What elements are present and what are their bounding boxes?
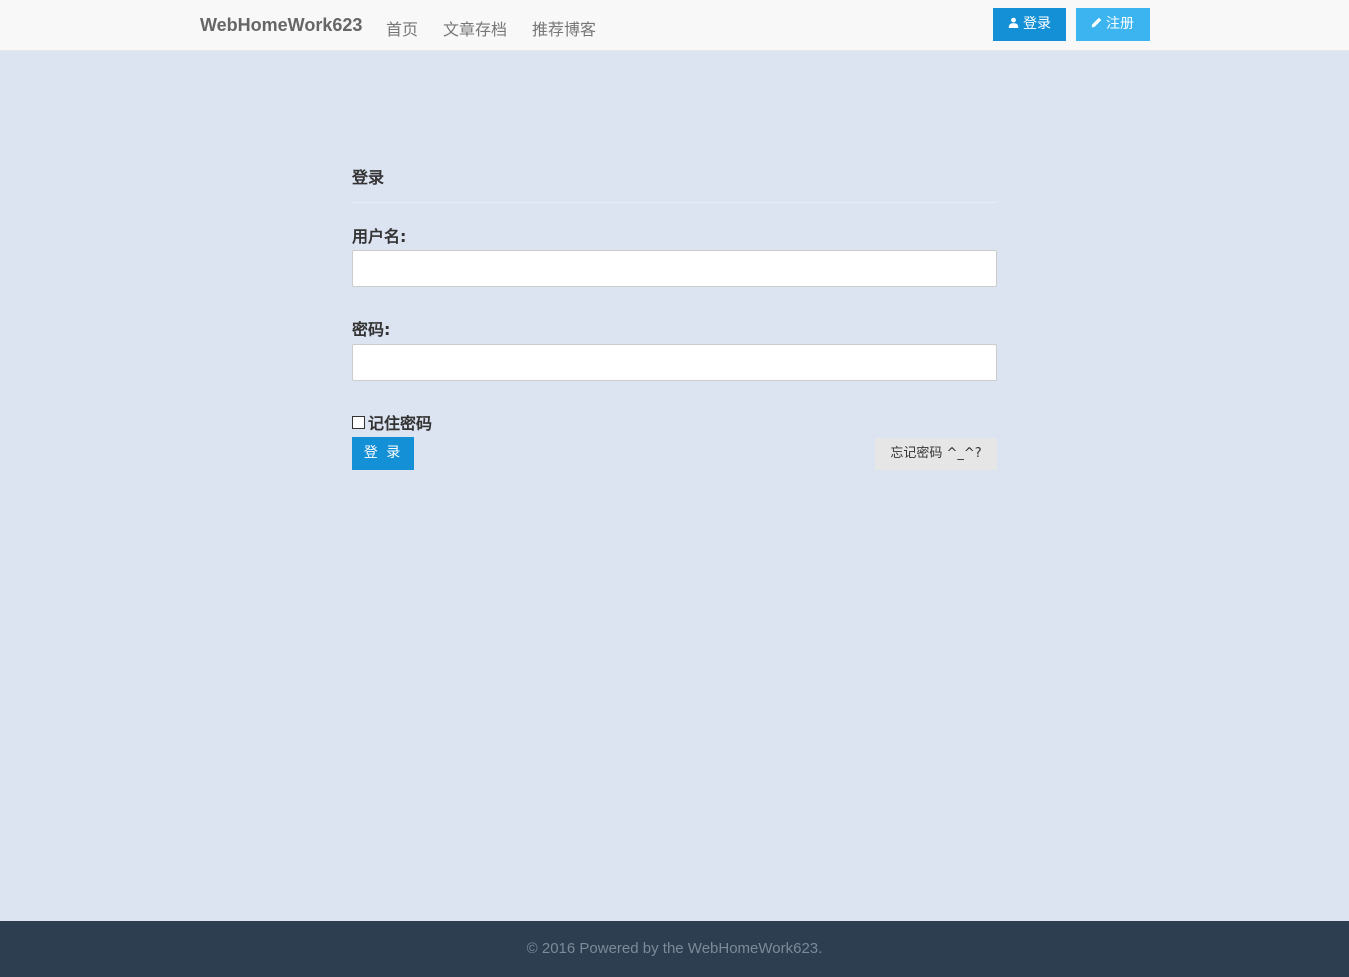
forgot-password-button[interactable]: 忘记密码 ^_^? [875, 438, 997, 470]
password-input[interactable] [352, 344, 997, 381]
login-submit-button[interactable]: 登 录 [352, 437, 414, 470]
nav-link-archive[interactable]: 文章存档 [443, 16, 507, 40]
brand-logo[interactable]: WebHomeWork623 [200, 15, 362, 36]
top-navbar: WebHomeWork623 首页 文章存档 推荐博客 登录 注册 [0, 0, 1349, 51]
nav-register-button[interactable]: 注册 [1076, 8, 1150, 41]
nav-link-home[interactable]: 首页 [386, 16, 418, 40]
footer-copyright: © 2016 Powered by the WebHomeWork623. [526, 940, 823, 957]
pencil-icon [1091, 8, 1102, 41]
nav-login-button[interactable]: 登录 [993, 8, 1066, 41]
password-label: 密码: [352, 320, 391, 339]
remember-checkbox[interactable] [352, 415, 365, 429]
remember-password-option[interactable]: 记住密码 [352, 410, 432, 434]
user-icon [1008, 8, 1019, 41]
remember-label: 记住密码 [368, 414, 433, 433]
nav-login-label: 登录 [1023, 16, 1051, 32]
page-footer: © 2016 Powered by the WebHomeWork623. [0, 921, 1349, 977]
username-input[interactable] [352, 250, 997, 287]
form-title: 登录 [352, 168, 385, 187]
nav-register-label: 注册 [1106, 16, 1134, 32]
username-label: 用户名: [352, 227, 407, 246]
nav-link-recommended-blogs[interactable]: 推荐博客 [532, 16, 596, 40]
form-divider [352, 202, 997, 203]
